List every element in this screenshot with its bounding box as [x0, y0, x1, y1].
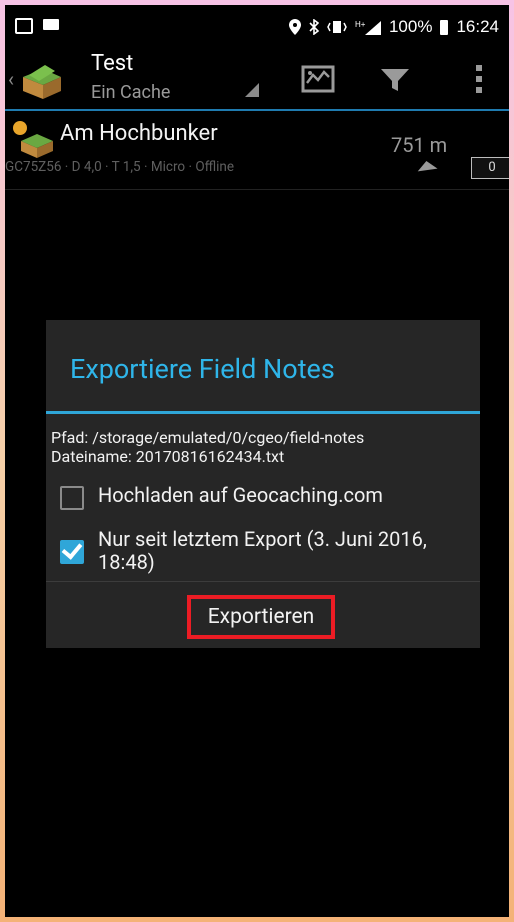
photo-icon — [15, 18, 33, 34]
cache-details: GC75Z56 · D 4,0 · T 1,5 · Micro · Offlin… — [5, 159, 235, 175]
action-bar: ‹ Test Ein Cache — [5, 49, 509, 111]
list-item[interactable]: Am Hochbunker GC75Z56 · D 4,0 · T 1,5 · … — [5, 111, 509, 190]
filename-line: Dateiname: 20170816162434.txt — [51, 447, 285, 466]
cache-distance: 751 m — [391, 133, 448, 157]
export-button[interactable]: Exportieren — [187, 595, 335, 639]
since-last-export-checkbox[interactable] — [60, 538, 84, 564]
spinner-indicator-icon[interactable] — [245, 83, 259, 97]
since-last-export-label[interactable]: Nur seit letztem Export (3. Juni 2016, 1… — [98, 528, 427, 574]
export-dialog: Exportiere Field Notes Pfad: /storage/em… — [46, 320, 480, 648]
log-counter: 0 — [471, 157, 509, 179]
battery-icon — [440, 19, 449, 35]
mail-icon — [43, 19, 59, 30]
upload-checkbox-row[interactable]: Hochladen auf Geocaching.com — [60, 484, 383, 510]
location-icon — [288, 19, 301, 35]
button-divider — [46, 581, 480, 582]
phone-screen: H+ 100% 16:24 ‹ Test Ein Cache Am Hochbu… — [5, 5, 509, 917]
direction-arrow-icon — [416, 159, 438, 172]
filter-icon[interactable] — [375, 61, 415, 97]
signal-icon: H+ — [355, 20, 381, 35]
battery-percent: 100% — [388, 17, 433, 36]
more-icon[interactable] — [460, 61, 500, 97]
list-subtitle[interactable]: Ein Cache — [91, 82, 170, 103]
vibrate-icon — [327, 21, 347, 33]
since-last-export-line2: 18:48) — [98, 550, 155, 574]
svg-text:H+: H+ — [355, 20, 366, 29]
clock: 16:24 — [456, 17, 499, 36]
since-last-export-line1: Nur seit letztem Export (3. Juni 2016, — [98, 527, 427, 551]
since-last-export-checkbox-row[interactable]: Nur seit letztem Export (3. Juni 2016, 1… — [60, 528, 427, 574]
list-title[interactable]: Test — [91, 51, 133, 76]
dialog-title: Exportiere Field Notes — [70, 353, 335, 385]
export-info: Pfad: /storage/emulated/0/cgeo/field-not… — [51, 428, 364, 466]
status-bar: H+ 100% 16:24 — [5, 5, 509, 49]
back-chevron-icon[interactable]: ‹ — [8, 67, 14, 91]
upload-checkbox[interactable] — [60, 486, 84, 510]
app-logo-icon[interactable] — [19, 59, 65, 101]
path-line: Pfad: /storage/emulated/0/cgeo/field-not… — [51, 428, 365, 447]
cache-type-icon — [21, 134, 53, 158]
title-divider — [46, 411, 480, 414]
map-icon[interactable] — [298, 61, 338, 97]
checkmark-icon — [61, 538, 83, 560]
cache-name: Am Hochbunker — [60, 121, 218, 146]
upload-checkbox-label[interactable]: Hochladen auf Geocaching.com — [98, 484, 383, 507]
bluetooth-icon — [309, 19, 319, 35]
